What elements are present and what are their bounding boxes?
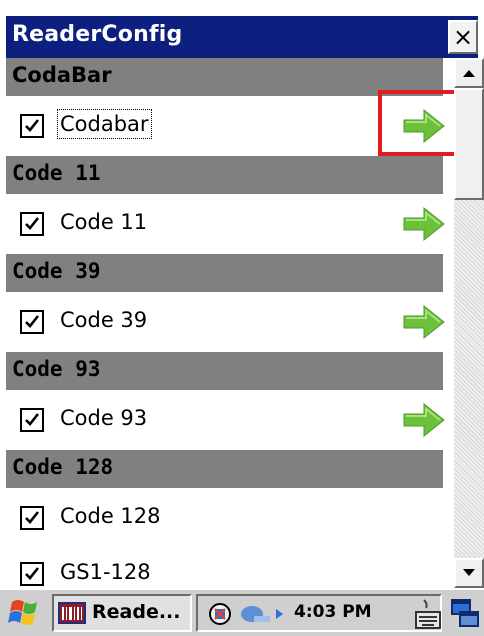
code93-label: Code 93 bbox=[60, 406, 148, 430]
window-title: ReaderConfig bbox=[12, 22, 183, 47]
list-item-code11[interactable]: Code 11 bbox=[6, 194, 446, 254]
scroll-up-button[interactable] bbox=[454, 58, 484, 88]
green-arrow-icon[interactable] bbox=[402, 402, 446, 438]
codabar-checkbox[interactable] bbox=[20, 114, 44, 138]
code128-checkbox[interactable] bbox=[20, 506, 44, 530]
codabar-label: Codabar bbox=[57, 109, 152, 139]
code128-label: Code 128 bbox=[60, 504, 161, 528]
connection-icon[interactable] bbox=[238, 602, 288, 626]
start-button[interactable] bbox=[4, 594, 48, 632]
keyboard-icon[interactable] bbox=[414, 598, 442, 630]
section-header-code128: Code 128 bbox=[6, 450, 443, 488]
scroll-down-button[interactable] bbox=[454, 558, 484, 588]
section-label: Code 39 bbox=[12, 259, 101, 283]
close-icon: × bbox=[452, 23, 474, 51]
list-item-code93[interactable]: Code 93 bbox=[6, 390, 446, 450]
section-header-code93: Code 93 bbox=[6, 352, 443, 390]
gs1-128-label: GS1-128 bbox=[60, 560, 151, 584]
taskbar: Reade... 4:03 PM bbox=[0, 588, 484, 636]
section-label: Code 128 bbox=[12, 455, 114, 479]
title-bar: ReaderConfig × bbox=[0, 0, 484, 58]
code39-checkbox[interactable] bbox=[20, 310, 44, 334]
scroll-thumb[interactable] bbox=[454, 88, 484, 200]
network-icon[interactable] bbox=[206, 602, 234, 626]
list-item-code39[interactable]: Code 39 bbox=[6, 292, 446, 352]
code93-checkbox[interactable] bbox=[20, 408, 44, 432]
desktop-switch-icon[interactable] bbox=[450, 598, 480, 630]
vertical-scrollbar[interactable] bbox=[454, 58, 484, 588]
section-label: Code 93 bbox=[12, 357, 101, 381]
code39-label: Code 39 bbox=[60, 308, 148, 332]
scroll-up-icon bbox=[463, 70, 475, 77]
list-item-gs1-128[interactable]: GS1-128 bbox=[6, 548, 443, 588]
task-label: Reade... bbox=[92, 601, 181, 623]
code11-checkbox[interactable] bbox=[20, 212, 44, 236]
taskbar-task-readerconfig[interactable]: Reade... bbox=[52, 594, 192, 632]
section-header-code39: Code 39 bbox=[6, 254, 443, 292]
list-item-code128[interactable]: Code 128 bbox=[6, 488, 443, 548]
section-label: CodaBar bbox=[12, 63, 112, 87]
green-arrow-icon[interactable] bbox=[402, 206, 446, 242]
section-label: Code 11 bbox=[12, 161, 101, 185]
gs1-128-checkbox[interactable] bbox=[20, 562, 44, 586]
clock[interactable]: 4:03 PM bbox=[294, 602, 372, 622]
section-header-code11: Code 11 bbox=[6, 156, 443, 194]
code11-label: Code 11 bbox=[60, 210, 148, 234]
close-button[interactable]: × bbox=[448, 20, 478, 54]
highlight-box bbox=[378, 90, 460, 156]
scroll-down-icon bbox=[463, 569, 475, 576]
green-arrow-icon[interactable] bbox=[402, 304, 446, 340]
system-tray: 4:03 PM bbox=[196, 594, 442, 632]
task-app-icon bbox=[58, 602, 86, 624]
start-flag-icon bbox=[8, 600, 37, 625]
